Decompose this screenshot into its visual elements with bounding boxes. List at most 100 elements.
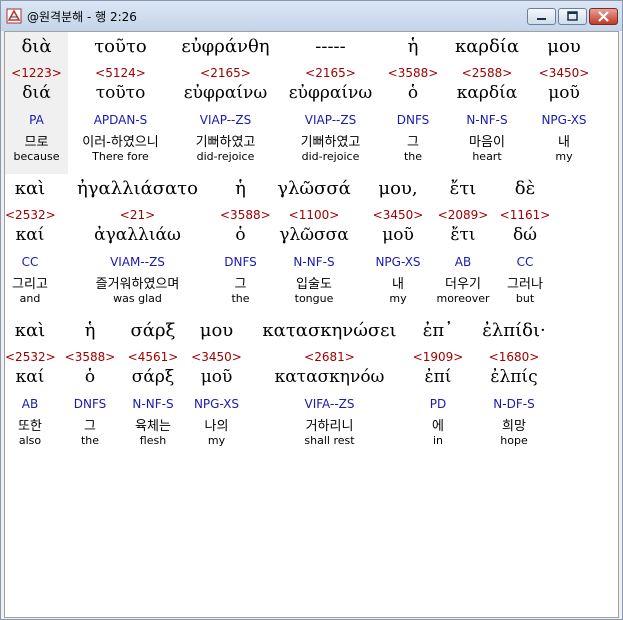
minimize-icon (537, 18, 546, 20)
morph-code: AB (454, 255, 472, 269)
korean-gloss: 그 (234, 277, 247, 292)
english-gloss: tongue (294, 292, 334, 305)
morph-code: NPG-XS (541, 113, 587, 127)
korean-gloss: 그 (407, 135, 419, 150)
word-column[interactable]: καρδία <2588> καρδία N-NF-S 마음이 heart (443, 32, 531, 174)
english-gloss: and (19, 292, 41, 305)
lemma: διά (22, 83, 51, 103)
word-column[interactable]: ἔτι <2089> ἔτι AB 더우기 moreover (429, 174, 497, 316)
english-gloss: did-rejoice (196, 150, 255, 163)
korean-gloss: 거하리니 (305, 419, 354, 434)
strong-number[interactable]: <2165> (173, 66, 278, 80)
minimize-button[interactable] (527, 8, 556, 25)
word-column[interactable]: ἡ <3588> ὁ DNFS 그 the (383, 32, 443, 174)
word-column[interactable]: διὰ <1223> διά PA 므로 because (5, 32, 68, 174)
korean-gloss: 기뻐하였고 (195, 135, 256, 150)
english-gloss: flesh (139, 434, 167, 447)
lemma: ἐπί (424, 367, 452, 387)
strong-number[interactable]: <3588> (383, 66, 443, 80)
korean-gloss: 나의 (204, 419, 229, 434)
lemma: ἀγαλλιάω (94, 225, 181, 245)
strong-number[interactable]: <21> (55, 208, 220, 222)
korean-gloss: 그리고 (12, 277, 48, 292)
word-column[interactable]: σάρξ <4561> σάρξ N-NF-S 육체는 flesh (125, 316, 181, 458)
strong-number[interactable]: <2089> (429, 208, 497, 222)
korean-gloss: 에 (432, 419, 444, 434)
strong-number[interactable]: <2588> (443, 66, 531, 80)
title-bar[interactable]: @원격분해 - 행 2:26 (1, 1, 622, 31)
korean-gloss: 내 (558, 135, 570, 150)
word-column[interactable]: εὐφράνθη <2165> εὐφραίνω VIAP--ZS 기뻐하였고 … (173, 32, 278, 174)
lemma: καί (15, 225, 45, 245)
strong-number[interactable]: <3450> (367, 208, 429, 222)
lemma: εὐφραίνω (183, 83, 268, 103)
greek-word: ἐπ᾽ (422, 320, 454, 341)
strong-number[interactable]: <3588> (220, 208, 271, 222)
strong-number[interactable]: <2165> (278, 66, 383, 80)
lemma: εὐφραίνω (288, 83, 373, 103)
english-gloss: the (403, 150, 423, 163)
strong-number[interactable]: <1161> (497, 208, 553, 222)
lemma: γλῶσσα (279, 225, 349, 245)
lemma: σάρξ (131, 367, 175, 387)
maximize-button[interactable] (558, 8, 587, 25)
app-window: @원격분해 - 행 2:26 διὰ <1223> διά PA 므로 beca… (0, 0, 623, 620)
strong-number[interactable]: <3588> (55, 350, 125, 364)
word-column[interactable]: ἐλπίδι· <1680> ἐλπίς N-DF-S 희망 hope (469, 316, 559, 458)
word-column[interactable]: ἐπ᾽ <1909> ἐπί PD 에 in (407, 316, 469, 458)
lemma: ὁ (235, 225, 246, 245)
word-column[interactable]: τοῦτο <5124> τοῦτο APDAN-S 이러-하였으니 There… (68, 32, 173, 174)
greek-word: δὲ (514, 178, 536, 199)
morph-code: N-DF-S (493, 397, 535, 411)
strong-number[interactable]: <1100> (261, 208, 367, 222)
greek-word: σάρξ (130, 320, 176, 341)
korean-gloss: 또한 (18, 419, 42, 434)
close-button[interactable] (589, 8, 618, 25)
word-column[interactable]: καὶ <2532> καί AB 또한 also (5, 316, 56, 458)
morph-code: VIAP--ZS (304, 113, 357, 127)
greek-word: ἠγαλλιάσατο (77, 178, 198, 199)
morph-code: VIAP--ZS (199, 113, 252, 127)
lemma: ὁ (407, 83, 419, 103)
lemma: ὁ (84, 367, 96, 387)
english-gloss: was glad (113, 292, 162, 305)
word-column[interactable]: καὶ <2532> καί CC 그리고 and (5, 174, 56, 316)
greek-word: ἔτι (449, 178, 477, 199)
word-column[interactable]: ἡ <3588> ὁ DNFS 그 the (55, 316, 125, 458)
english-gloss: shall rest (304, 434, 355, 447)
greek-word: μου, (378, 178, 418, 199)
greek-word: γλῶσσά (277, 178, 351, 199)
word-column[interactable]: ----- <2165> εὐφραίνω VIAP--ZS 기뻐하였고 did… (278, 32, 383, 174)
strong-number[interactable]: <1223> (5, 66, 68, 80)
word-column[interactable]: γλῶσσά <1100> γλῶσσα N-NF-S 입술도 tongue (261, 174, 367, 316)
strong-number[interactable]: <3450> (181, 350, 252, 364)
korean-gloss: 입술도 (296, 277, 332, 292)
strong-number[interactable]: <2532> (5, 350, 56, 364)
strong-number[interactable]: <2532> (5, 208, 56, 222)
strong-number[interactable]: <2681> (252, 350, 407, 364)
lemma: μοῦ (382, 225, 414, 245)
word-column[interactable]: μου <3450> μοῦ NPG-XS 내 my (531, 32, 597, 174)
english-gloss: but (515, 292, 535, 305)
word-column[interactable]: μου, <3450> μοῦ NPG-XS 내 my (367, 174, 429, 316)
word-column[interactable]: μου <3450> μοῦ NPG-XS 나의 my (181, 316, 252, 458)
lemma: τοῦτο (95, 83, 146, 103)
strong-number[interactable]: <1680> (469, 350, 559, 364)
korean-gloss: 즐거워하였으며 (95, 277, 180, 292)
english-gloss: my (207, 434, 226, 447)
word-column[interactable]: ἠγαλλιάσατο <21> ἀγαλλιάω VIAM--ZS 즐거워하였… (55, 174, 220, 316)
morph-code: VIAM--ZS (110, 255, 165, 269)
strong-number[interactable]: <3450> (531, 66, 597, 80)
english-gloss: moreover (436, 292, 490, 305)
strong-number[interactable]: <4561> (125, 350, 181, 364)
korean-gloss: 그러나 (507, 277, 543, 292)
morph-code: APDAN-S (93, 113, 148, 127)
strong-number[interactable]: <1909> (407, 350, 469, 364)
korean-gloss: 육체는 (135, 419, 171, 434)
word-column[interactable]: δὲ <1161> δώ CC 그러나 but (497, 174, 553, 316)
morph-code: AB (21, 397, 39, 411)
word-column[interactable]: κατασκηνώσει <2681> κατασκηνόω VIFA--ZS … (252, 316, 407, 458)
morph-code: PD (429, 397, 447, 411)
word-column[interactable]: ἡ <3588> ὁ DNFS 그 the (220, 174, 271, 316)
strong-number[interactable]: <5124> (68, 66, 173, 80)
